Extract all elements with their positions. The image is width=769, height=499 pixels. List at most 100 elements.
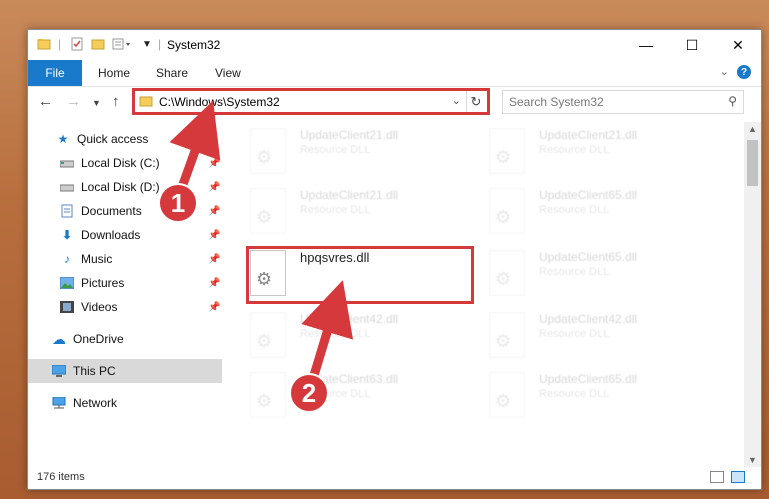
dll-file-icon: ⚙ [489,188,525,234]
item-count: 176 items [37,471,85,483]
dll-file-icon: ⚙ [250,372,286,418]
help-icon[interactable]: ? [737,65,751,79]
cloud-icon: ☁ [52,330,66,347]
file-type: Resource DLL [300,204,371,216]
sidebar-item-pictures[interactable]: Pictures 📌 [28,271,222,295]
pin-icon: 📌 [208,205,221,217]
pin-icon: 📌 [208,277,221,289]
documents-icon [59,203,75,219]
explorer-window: | ▼ | System32 — ☐ ✕ File Home Share Vie… [27,29,762,490]
dll-file-icon: ⚙ [489,250,525,296]
sidebar-item-label: This PC [73,364,116,378]
sidebar-item-this-pc[interactable]: This PC [28,359,222,383]
sidebar-item-label: Local Disk (D:) [81,180,160,194]
star-icon: ★ [57,132,69,146]
dll-file-icon: ⚙ [250,188,286,234]
file-name: UpdateClient65.dll [539,250,638,264]
tab-home[interactable]: Home [98,66,130,80]
details-view-icon[interactable] [710,471,724,483]
sidebar-item-onedrive[interactable]: ☁ OneDrive [28,327,222,351]
properties-icon[interactable] [70,37,84,53]
up-arrow-icon[interactable]: ↑ [112,93,120,110]
file-type: Resource DLL [300,328,371,340]
sidebar-item-network[interactable]: Network [28,391,222,415]
back-arrow-icon[interactable]: ← [38,93,53,110]
file-type: Resource DLL [539,388,610,400]
scroll-down-icon[interactable]: ▼ [744,453,761,467]
file-type: Resource DLL [539,328,610,340]
forward-arrow-icon[interactable]: → [66,93,81,110]
file-type: Resource DLL [539,266,610,278]
list-item[interactable]: ⚙ UpdateClient21.dll Resource DLL [242,122,468,178]
drive-icon [59,179,75,195]
dll-file-icon: ⚙ [250,312,286,358]
file-name: UpdateClient65.dll [539,372,638,386]
sidebar-item-quick-access[interactable]: ★ Quick access [28,127,222,151]
step-2-badge: 2 [289,373,329,413]
music-icon: ♪ [64,252,70,266]
new-folder-icon[interactable] [91,37,105,53]
recent-locations-icon[interactable]: ▼ [92,98,101,108]
sidebar-item-label: Downloads [81,228,141,242]
dll-file-icon: ⚙ [489,128,525,174]
file-highlight-box [246,246,474,304]
search-input[interactable]: Search System32 ⚲ [502,90,744,114]
tab-file[interactable]: File [28,60,82,86]
tab-view[interactable]: View [215,66,241,80]
navigation-bar: ← → ▼ ↑ C:\Windows\System32 ⌄ ↻ Search S… [28,86,761,118]
sidebar-item-label: Network [73,396,118,410]
computer-icon [51,363,67,379]
sidebar-item-label: Quick access [77,132,149,146]
sidebar-item-local-disk-c[interactable]: Local Disk (C:) 📌 [28,151,222,175]
list-item[interactable]: ⚙ UpdateClient65.dll Resource DLL [481,366,707,422]
sidebar-item-label: Documents [81,204,142,218]
pin-icon: 📌 [208,181,221,193]
large-icons-view-icon[interactable] [731,471,745,483]
download-icon: ⬇ [61,228,73,242]
network-icon [51,395,67,411]
file-name: UpdateClient42.dll [539,312,638,326]
list-item[interactable]: ⚙ UpdateClient63.dll Resource DLL [242,366,468,422]
pin-icon: 📌 [208,157,221,169]
step-1-badge: 1 [158,183,198,223]
close-button[interactable]: ✕ [715,30,761,60]
quick-access-dropdown-icon[interactable]: ▼ [142,39,152,55]
file-name: UpdateClient42.dll [300,312,399,326]
file-name: UpdateClient21.dll [300,188,399,202]
customize-toolbar-icon[interactable] [112,37,134,53]
list-item[interactable]: ⚙ UpdateClient42.dll Resource DLL [242,306,468,362]
vertical-scrollbar[interactable]: ▲ ▼ [744,122,761,467]
scrollbar-thumb[interactable] [747,140,758,186]
search-placeholder: Search System32 [509,95,604,109]
sidebar-item-label: Pictures [81,276,125,290]
file-type: Resource DLL [539,204,610,216]
list-item[interactable]: ⚙ UpdateClient65.dll Resource DLL [481,244,707,300]
list-item[interactable]: ⚙ UpdateClient65.dll Resource DLL [481,182,707,238]
dll-file-icon: ⚙ [250,128,286,174]
sidebar-item-downloads[interactable]: ⬇ Downloads 📌 [28,223,222,247]
minimize-button[interactable]: — [623,30,669,60]
dll-file-icon: ⚙ [489,312,525,358]
file-type: Resource DLL [539,144,610,156]
address-highlight-box [132,88,490,115]
tab-share[interactable]: Share [156,66,188,80]
list-item[interactable]: ⚙ UpdateClient21.dll Resource DLL [242,182,468,238]
file-type: Resource DLL [300,144,371,156]
file-name: UpdateClient21.dll [300,128,399,142]
sidebar-item-label: OneDrive [73,332,124,346]
separator: | [158,37,162,51]
file-name: UpdateClient65.dll [539,188,638,202]
expand-ribbon-icon[interactable]: ⌄ [720,65,729,78]
pin-icon: 📌 [208,229,221,241]
title-bar: | ▼ | System32 — ☐ ✕ [28,30,761,60]
pin-icon: 📌 [208,253,221,265]
scroll-up-icon[interactable]: ▲ [744,122,761,136]
maximize-button[interactable]: ☐ [669,30,715,60]
list-item[interactable]: ⚙ UpdateClient42.dll Resource DLL [481,306,707,362]
sidebar-item-music[interactable]: ♪ Music 📌 [28,247,222,271]
sidebar-item-videos[interactable]: Videos 📌 [28,295,222,319]
file-list: ⚙ UpdateClient21.dll Resource DLL ⚙ Upda… [232,122,737,467]
list-item[interactable]: ⚙ UpdateClient21.dll Resource DLL [481,122,707,178]
dll-file-icon: ⚙ [489,372,525,418]
file-name: UpdateClient21.dll [539,128,638,142]
